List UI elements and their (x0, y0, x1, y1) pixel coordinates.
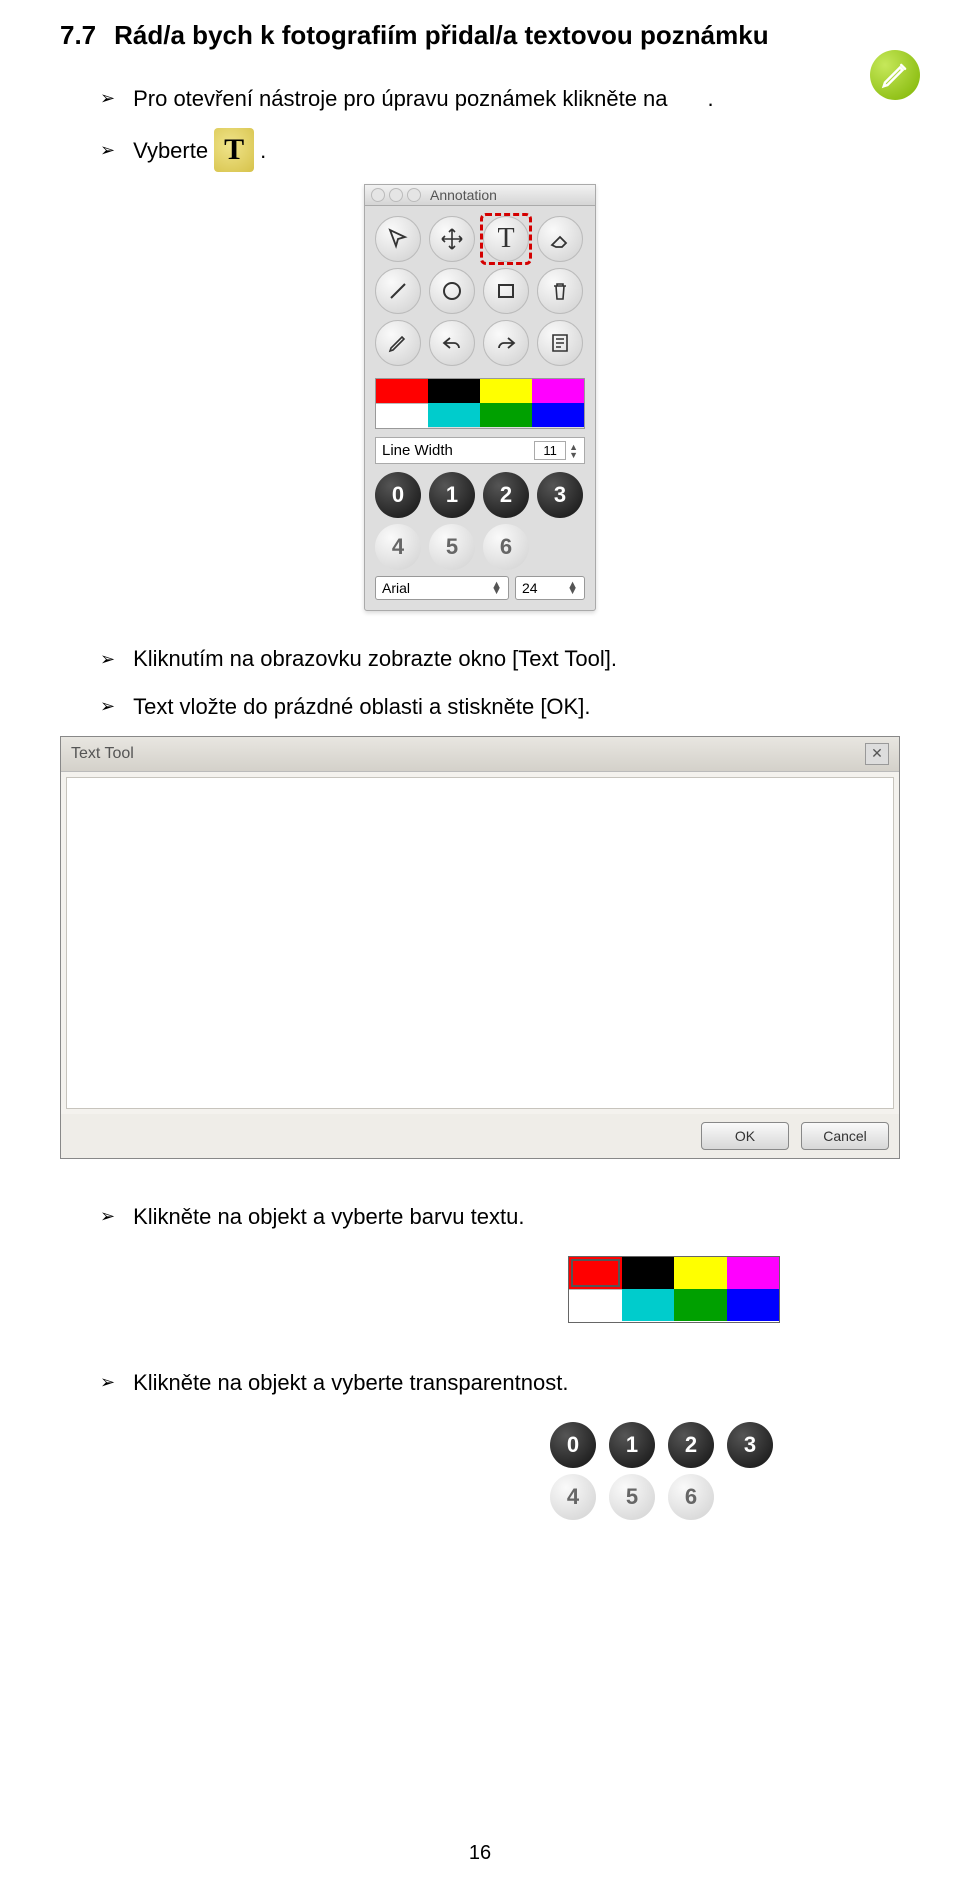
swatch-yellow[interactable] (480, 379, 532, 403)
trans-4[interactable]: 4 (375, 524, 421, 570)
bullet-2: ➢ Vyberte T . (100, 128, 900, 172)
trans-5[interactable]: 5 (429, 524, 475, 570)
swatch-black[interactable] (428, 379, 480, 403)
note-tool-button[interactable] (537, 320, 583, 366)
transparency-grid: 0 1 2 3 4 5 6 (365, 472, 595, 576)
bullet-1-text-b: . (708, 81, 714, 116)
swatch-blue[interactable] (727, 1289, 780, 1321)
trans-2[interactable]: 2 (668, 1422, 714, 1468)
annotation-pencil-icon[interactable] (870, 50, 920, 100)
font-name-value: Arial (382, 580, 410, 596)
bullet-arrow-icon: ➢ (100, 136, 115, 165)
text-tool-textarea[interactable] (66, 777, 894, 1109)
trash-tool-button[interactable] (537, 268, 583, 314)
pencil-tool-button[interactable] (375, 320, 421, 366)
bullet-2-text-a: Vyberte (133, 133, 208, 168)
trans-6[interactable]: 6 (668, 1474, 714, 1520)
line-width-label: Line Width (382, 442, 453, 459)
page-number: 16 (0, 1842, 960, 1865)
trans-1[interactable]: 1 (609, 1422, 655, 1468)
ok-button[interactable]: OK (701, 1122, 789, 1150)
bullet-3-text: Kliknutím na obrazovku zobrazte okno [Te… (133, 641, 617, 676)
trans-6[interactable]: 6 (483, 524, 529, 570)
selected-highlight (480, 213, 532, 265)
bullet-arrow-icon: ➢ (100, 1368, 115, 1397)
pointer-tool-button[interactable] (375, 216, 421, 262)
circle-tool-button[interactable] (429, 268, 475, 314)
swatch-white[interactable] (376, 403, 428, 428)
cancel-button[interactable]: Cancel (801, 1122, 889, 1150)
text-tool-title: Text Tool (71, 745, 134, 763)
swatch-green[interactable] (480, 403, 532, 427)
swatch-red[interactable] (569, 1257, 622, 1289)
text-tool-button[interactable]: T (483, 216, 529, 262)
eraser-tool-button[interactable] (537, 216, 583, 262)
bullet-arrow-icon: ➢ (100, 84, 115, 113)
trans-5[interactable]: 5 (609, 1474, 655, 1520)
bullet-5-text: Klikněte na objekt a vyberte barvu textu… (133, 1199, 524, 1234)
line-tool-button[interactable] (375, 268, 421, 314)
swatch-white[interactable] (569, 1289, 622, 1322)
trans-2[interactable]: 2 (483, 472, 529, 518)
bullet-arrow-icon: ➢ (100, 692, 115, 721)
swatch-black[interactable] (622, 1257, 675, 1289)
color-swatch-grid (375, 378, 585, 429)
redo-tool-button[interactable] (483, 320, 529, 366)
trans-4[interactable]: 4 (550, 1474, 596, 1520)
heading-text: Rád/a bych k fotografiím přidal/a textov… (114, 20, 768, 51)
bullet-1-text-a: Pro otevření nástroje pro úpravu poznáme… (133, 81, 667, 116)
trans-1[interactable]: 1 (429, 472, 475, 518)
font-size-dropdown[interactable]: 24 ▲▼ (515, 576, 585, 600)
trans-0[interactable]: 0 (550, 1422, 596, 1468)
section-heading: 7.7 Rád/a bych k fotografiím přidal/a te… (60, 20, 900, 51)
move-tool-button[interactable] (429, 216, 475, 262)
chevron-updown-icon: ▲▼ (491, 582, 502, 594)
bullet-1: ➢ Pro otevření nástroje pro úpravu pozná… (100, 81, 900, 116)
text-tool-window: Text Tool ✕ OK Cancel (60, 736, 900, 1159)
annotation-panel-title: Annotation (430, 187, 497, 203)
bullet-4: ➢ Text vložte do prázdné oblasti a stisk… (100, 689, 900, 724)
text-tool-titlebar: Text Tool ✕ (61, 737, 899, 772)
swatch-green[interactable] (674, 1289, 727, 1321)
trans-3[interactable]: 3 (727, 1422, 773, 1468)
line-width-input[interactable] (534, 441, 566, 460)
bullet-arrow-icon: ➢ (100, 645, 115, 674)
trans-3[interactable]: 3 (537, 472, 583, 518)
bullet-3: ➢ Kliknutím na obrazovku zobrazte okno [… (100, 641, 900, 676)
bullet-6: ➢ Klikněte na objekt a vyberte transpare… (100, 1365, 900, 1400)
font-size-value: 24 (522, 580, 538, 596)
swatch-yellow[interactable] (674, 1257, 727, 1289)
transparency-grid-small: 0 1 2 3 4 5 6 (550, 1422, 780, 1520)
swatch-red[interactable] (376, 379, 428, 403)
swatch-magenta[interactable] (727, 1257, 780, 1289)
annotation-panel: Annotation T Line Width (364, 184, 596, 611)
color-swatch-grid-small (568, 1256, 780, 1323)
bullet-6-text: Klikněte na objekt a vyberte transparent… (133, 1365, 568, 1400)
pencil-icon (880, 60, 910, 90)
bullet-4-text: Text vložte do prázdné oblasti a stiskně… (133, 689, 590, 724)
heading-number: 7.7 (60, 20, 96, 51)
chevron-updown-icon: ▲▼ (567, 582, 578, 594)
swatch-cyan[interactable] (428, 403, 480, 427)
bullet-5: ➢ Klikněte na objekt a vyberte barvu tex… (100, 1199, 900, 1234)
traffic-lights[interactable] (371, 188, 421, 202)
t-glyph: T (224, 126, 244, 174)
line-width-row: Line Width ▲▼ (375, 437, 585, 464)
font-name-dropdown[interactable]: Arial ▲▼ (375, 576, 509, 600)
swatch-cyan[interactable] (622, 1289, 675, 1321)
bullet-arrow-icon: ➢ (100, 1202, 115, 1231)
annotation-panel-titlebar: Annotation (365, 185, 595, 206)
swatch-magenta[interactable] (532, 379, 584, 403)
text-tool-icon[interactable]: T (214, 128, 254, 172)
undo-tool-button[interactable] (429, 320, 475, 366)
swatch-blue[interactable] (532, 403, 584, 427)
bullet-2-text-b: . (260, 133, 266, 168)
line-width-stepper[interactable]: ▲▼ (569, 443, 578, 459)
trans-0[interactable]: 0 (375, 472, 421, 518)
close-button[interactable]: ✕ (865, 743, 889, 765)
rect-tool-button[interactable] (483, 268, 529, 314)
